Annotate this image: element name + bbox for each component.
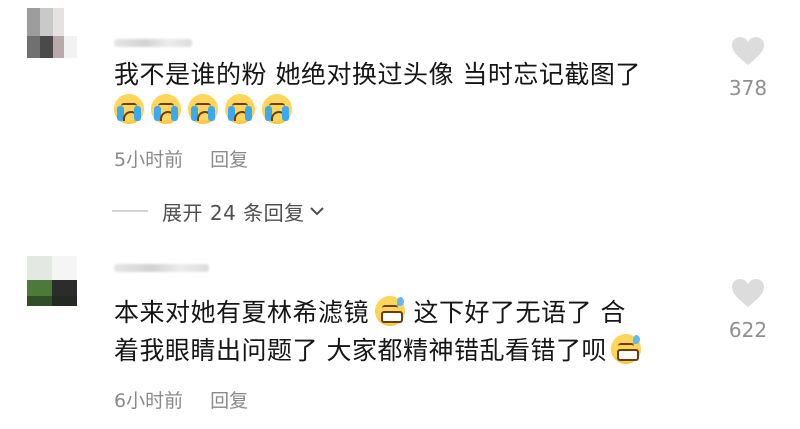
divider-line	[112, 210, 148, 212]
grinning-face-with-sweat-icon	[610, 334, 641, 364]
expand-replies-button[interactable]: 展开 24 条回复	[112, 197, 325, 225]
comment-text-line1: 本来对她有夏林希滤镜	[114, 298, 370, 327]
loudly-crying-face-icon	[114, 94, 144, 124]
like-button[interactable]: 622	[722, 278, 774, 342]
comment-meta: 5小时前 回复	[114, 145, 248, 172]
heart-icon[interactable]	[731, 278, 765, 308]
heart-icon[interactable]	[731, 36, 765, 66]
like-count: 378	[728, 76, 768, 100]
expand-replies-label[interactable]: 展开 24 条回复	[162, 197, 305, 226]
like-button[interactable]: 378	[722, 36, 774, 100]
comment-text-line2: 着我眼睛出问题了 大家都精神错乱看错了呗	[114, 336, 607, 365]
comment-text-line1b: 这下好了无语了 合	[405, 298, 626, 327]
comment-meta: 6小时前 回复	[114, 386, 248, 413]
comment-item: 本来对她有夏林希滤镜 这下好了无语了 合 着我眼睛出问题了 大家都精神错乱看错了…	[0, 248, 800, 429]
username[interactable]	[114, 39, 192, 47]
comment-text: 本来对她有夏林希滤镜 这下好了无语了 合 着我眼睛出问题了 大家都精神错乱看错了…	[114, 294, 714, 370]
reply-button[interactable]: 回复	[210, 390, 248, 412]
like-count: 622	[728, 318, 768, 342]
reply-button[interactable]: 回复	[210, 149, 248, 171]
loudly-crying-face-icon	[225, 94, 255, 124]
timestamp: 6小时前	[114, 390, 184, 412]
loudly-crying-face-icon	[262, 94, 292, 124]
emoji-row	[114, 94, 299, 124]
chevron-down-icon[interactable]	[309, 202, 325, 221]
comment-item: 我不是谁的粉 她绝对换过头像 当时忘记截图了 5小时前 回复 378 展开 24 …	[0, 0, 800, 235]
grinning-face-with-sweat-icon	[375, 296, 406, 326]
username[interactable]	[114, 264, 209, 272]
avatar[interactable]	[27, 8, 77, 58]
avatar[interactable]	[27, 256, 77, 306]
timestamp: 5小时前	[114, 149, 184, 171]
loudly-crying-face-icon	[188, 94, 218, 124]
comment-text: 我不是谁的粉 她绝对换过头像 当时忘记截图了	[114, 60, 641, 89]
loudly-crying-face-icon	[151, 94, 181, 124]
